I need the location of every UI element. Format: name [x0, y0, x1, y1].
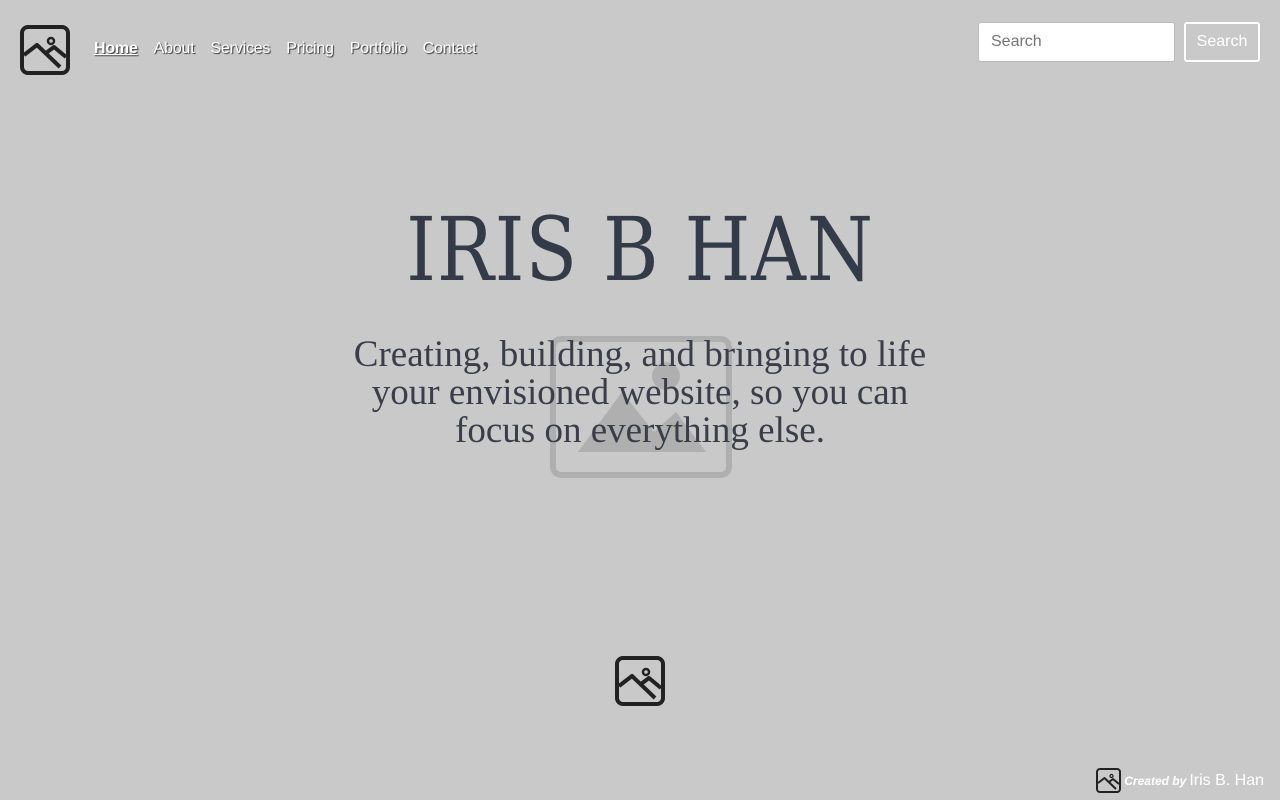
- main-nav: Home About Services Pricing Portfolio Co…: [94, 40, 477, 58]
- search-button[interactable]: Search: [1184, 22, 1260, 62]
- center-image-icon: [615, 656, 665, 706]
- credit-image-icon: [1096, 768, 1122, 793]
- nav-contact-link[interactable]: Contact: [423, 40, 477, 58]
- hero-title: IRIS B HAN: [406, 198, 874, 301]
- search-input[interactable]: [978, 22, 1175, 62]
- nav-portfolio-link[interactable]: Portfolio: [350, 40, 407, 58]
- nav-about-link[interactable]: About: [154, 40, 195, 58]
- hero-subtitle: Creating, building, and bringing to life…: [353, 334, 927, 451]
- site-header: Home About Services Pricing Portfolio Co…: [0, 0, 1280, 100]
- nav-pricing-link[interactable]: Pricing: [286, 40, 334, 58]
- footer-credit[interactable]: Created by Iris B. Han: [1096, 768, 1264, 793]
- credit-author-name: Iris B. Han: [1189, 771, 1264, 789]
- credit-created-by-label: Created by: [1124, 773, 1187, 788]
- logo-image-icon[interactable]: [20, 25, 70, 75]
- search-form: Search: [978, 22, 1260, 62]
- nav-home-link[interactable]: Home: [94, 40, 138, 58]
- nav-services-link[interactable]: Services: [210, 40, 270, 58]
